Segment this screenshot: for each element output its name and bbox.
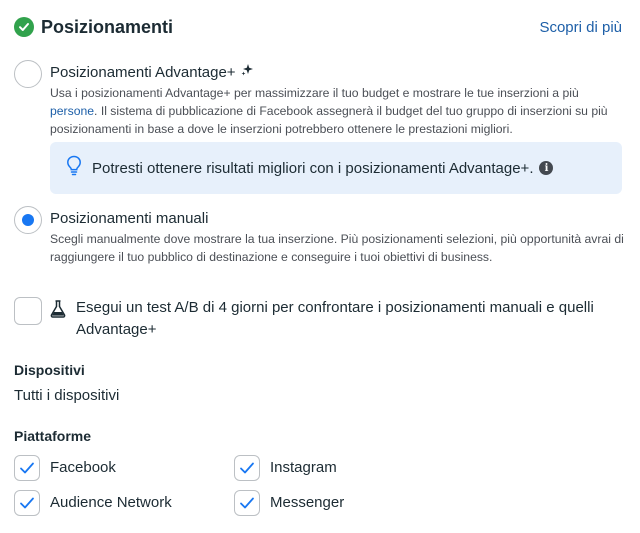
recommendation-banner: Potresti ottenere risultati migliori con… xyxy=(50,142,622,194)
manual-placements-radio[interactable] xyxy=(14,206,42,234)
manual-placements-label: Posizionamenti manuali xyxy=(50,210,209,227)
platform-label-messenger[interactable]: Messenger xyxy=(270,494,344,511)
manual-placements-option[interactable]: Posizionamenti manuali xyxy=(50,210,208,227)
platform-checkbox-instagram[interactable] xyxy=(234,455,260,481)
section-header: Posizionamenti Scopri di più xyxy=(14,14,622,40)
section-title: Posizionamenti xyxy=(41,16,174,37)
learn-more-link[interactable]: Scopri di più xyxy=(539,19,622,36)
advantage-placements-label: Posizionamenti Advantage+ xyxy=(50,64,236,81)
advantage-placements-description: Usa i posizionamenti Advantage+ per mass… xyxy=(50,84,625,138)
platform-checkbox-facebook[interactable] xyxy=(14,455,40,481)
checkmark-icon xyxy=(20,497,34,509)
checkmark-icon xyxy=(20,462,34,474)
ab-test-label: Esegui un test A/B di 4 giorni per confr… xyxy=(76,299,594,338)
platform-checkbox-messenger[interactable] xyxy=(234,490,260,516)
radio-selected-dot xyxy=(22,214,34,226)
advantage-desc-text-rest: . Il sistema di pubblicazione di Faceboo… xyxy=(50,104,608,136)
advantage-desc-text: Usa i posizionamenti Advantage+ per mass… xyxy=(50,86,579,100)
advantage-placements-radio[interactable] xyxy=(14,60,42,88)
devices-title: Dispositivi xyxy=(14,362,85,378)
lightbulb-icon xyxy=(66,155,82,177)
platforms-title: Piattaforme xyxy=(14,428,92,444)
advantage-placements-option[interactable]: Posizionamenti Advantage+ xyxy=(50,63,253,81)
checkmark-icon xyxy=(240,462,254,474)
platform-checkbox-audience-network[interactable] xyxy=(14,490,40,516)
sparkle-icon xyxy=(241,63,253,76)
manual-placements-description: Scegli manualmente dove mostrare la tua … xyxy=(50,232,624,264)
platform-label-instagram[interactable]: Instagram xyxy=(270,459,337,476)
check-circle-icon xyxy=(14,17,34,37)
platform-label-audience-network[interactable]: Audience Network xyxy=(50,494,172,511)
recommendation-text: Potresti ottenere risultati migliori con… xyxy=(92,159,534,177)
flask-icon xyxy=(50,300,66,318)
info-icon[interactable]: i xyxy=(539,161,554,175)
devices-value[interactable]: Tutti i dispositivi xyxy=(14,387,119,404)
platform-label-facebook[interactable]: Facebook xyxy=(50,459,116,476)
checkmark-icon xyxy=(240,497,254,509)
people-link[interactable]: persone xyxy=(50,104,94,118)
ab-test-checkbox[interactable] xyxy=(14,297,42,325)
